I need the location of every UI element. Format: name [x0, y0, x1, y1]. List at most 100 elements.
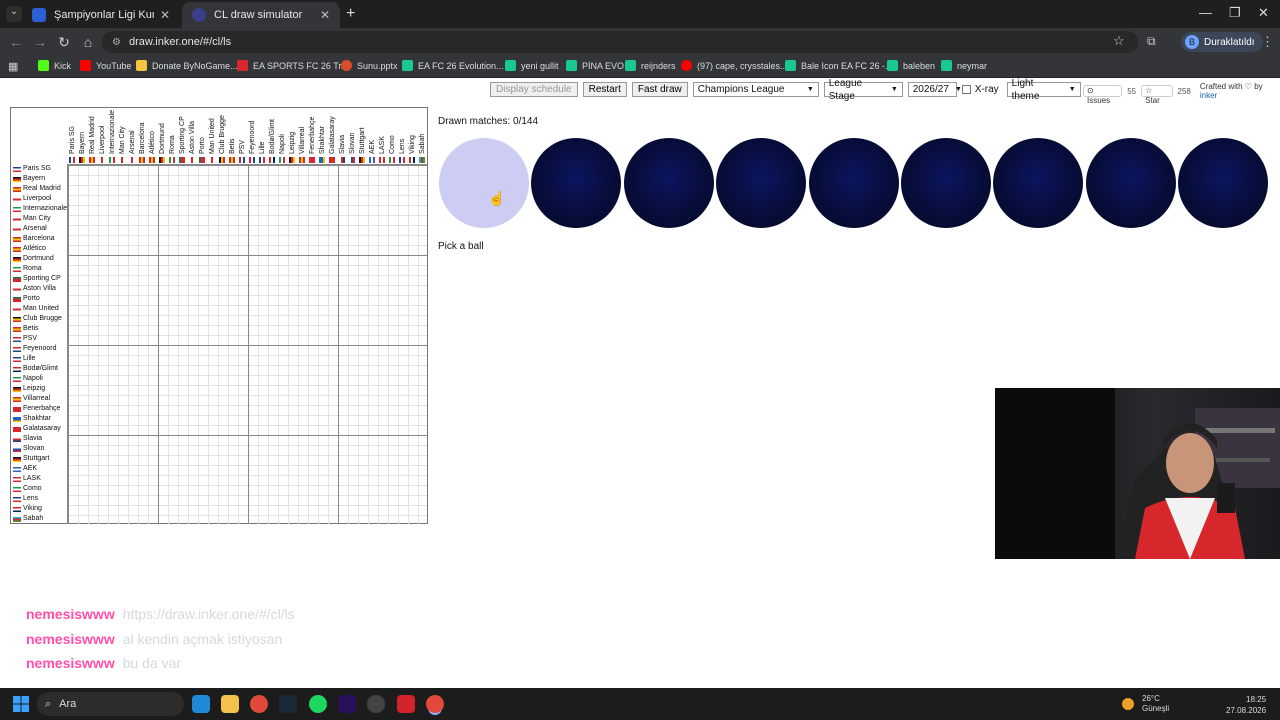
- browser-menu-icon[interactable]: ⋮: [1261, 34, 1274, 50]
- flag-icon: [13, 346, 21, 352]
- flag-icon: [13, 166, 21, 172]
- grid-row-team: Porto: [11, 294, 67, 304]
- profile-button[interactable]: B Duraklatıldı: [1181, 32, 1263, 52]
- chat-message: https://draw.inker.one/#/cl/ls: [122, 606, 295, 622]
- grid-column-team: Real Madrid: [87, 108, 97, 164]
- bookmark-item[interactable]: yeni gullit: [505, 60, 559, 71]
- taskbar-search[interactable]: ⌕ Ara: [37, 692, 184, 716]
- taskbar-clock[interactable]: 18:25 27.08.2026: [1226, 694, 1266, 716]
- apps-grid-icon[interactable]: ▦: [8, 60, 18, 73]
- bookmark-item[interactable]: PİNA EVO: [566, 60, 624, 71]
- team-name: PSV: [23, 335, 38, 342]
- browser-tab-active[interactable]: CL draw simulator ✕: [182, 2, 340, 28]
- profile-avatar: B: [1185, 35, 1199, 49]
- flag-icon: [13, 436, 21, 442]
- team-name: Viking: [409, 135, 416, 154]
- chrome-active-icon[interactable]: [426, 695, 444, 713]
- bookmark-item[interactable]: baleben: [887, 60, 935, 71]
- bookmark-item[interactable]: (97) cape, crysstales...: [681, 60, 788, 71]
- pot-ball[interactable]: [993, 138, 1084, 228]
- team-name: Feyenoord: [249, 120, 256, 154]
- pot-ball[interactable]: [531, 138, 622, 228]
- display-schedule-button[interactable]: Display schedule: [490, 82, 578, 97]
- extensions-icon[interactable]: ⧉: [1147, 34, 1156, 49]
- bookmark-item[interactable]: neymar: [941, 60, 987, 71]
- author-link[interactable]: inker: [1200, 91, 1217, 100]
- tab-list-icon[interactable]: ⌄: [6, 6, 22, 22]
- spotify-icon[interactable]: [309, 695, 327, 713]
- pot-ball[interactable]: [439, 138, 529, 228]
- season-select[interactable]: 2026/27 ▼: [907, 82, 962, 97]
- back-icon[interactable]: ←: [8, 34, 24, 50]
- home-icon[interactable]: ⌂: [80, 34, 96, 50]
- team-name: Bodø/Glimt: [23, 365, 59, 372]
- team-name: Real Madrid: [23, 185, 61, 192]
- grid-row-team: Shakhtar: [11, 414, 67, 424]
- edge-icon[interactable]: [192, 695, 210, 713]
- flag-icon: [109, 157, 115, 163]
- grid-row-team: Villarreal: [11, 394, 67, 404]
- issues-button[interactable]: ⊙ Issues: [1083, 85, 1123, 105]
- theme-select[interactable]: Light theme ▼: [1006, 78, 1081, 102]
- minimize-icon[interactable]: —: [1199, 5, 1212, 20]
- stage-select[interactable]: League Stage ▼: [823, 78, 903, 102]
- windows-start-icon[interactable]: [13, 696, 29, 712]
- team-name: AEK: [23, 465, 38, 472]
- address-bar[interactable]: ⚙ draw.inker.one/#/cl/ls: [102, 31, 1138, 53]
- bookmark-item[interactable]: EA SPORTS FC 26 Tr...: [237, 60, 348, 71]
- bookmark-star-icon[interactable]: ☆: [1113, 33, 1125, 49]
- competition-select[interactable]: Champions League ▼: [692, 82, 819, 97]
- app-icon[interactable]: [397, 695, 415, 713]
- pot-ball[interactable]: [716, 138, 807, 228]
- grid-column-team: Shakhtar: [317, 108, 327, 164]
- restart-button[interactable]: Restart: [582, 82, 627, 97]
- obs-icon[interactable]: [367, 695, 385, 713]
- close-tab-icon[interactable]: ✕: [320, 8, 330, 22]
- bookmark-item[interactable]: EA FC 26 Evolution...: [402, 60, 504, 71]
- chrome-icon[interactable]: [250, 695, 268, 713]
- bookmark-item[interactable]: YouTube: [80, 60, 131, 71]
- file-explorer-icon[interactable]: [221, 695, 239, 713]
- flag-icon: [119, 157, 125, 163]
- flag-icon: [13, 426, 21, 432]
- reload-icon[interactable]: ↻: [56, 34, 72, 51]
- grid-row-team: Sabah: [11, 514, 67, 524]
- grid-column-team: Bayern: [77, 108, 87, 164]
- close-tab-icon[interactable]: ✕: [160, 8, 170, 22]
- pot-ball[interactable]: [1085, 138, 1176, 228]
- weather-widget[interactable]: 26°C Güneşli: [1122, 694, 1169, 714]
- pot-ball[interactable]: [623, 138, 714, 228]
- fast-draw-button[interactable]: Fast draw: [631, 82, 688, 97]
- team-name: Man City: [119, 126, 126, 154]
- pot-ball[interactable]: [808, 138, 899, 228]
- bookmark-item[interactable]: Sunu.pptx: [341, 60, 398, 71]
- bookmark-item[interactable]: reijnders: [625, 60, 676, 71]
- grid-column-team: Slovan: [347, 108, 357, 164]
- grid-row-team: Feyenoord: [11, 344, 67, 354]
- flag-icon: [199, 157, 205, 163]
- bookmark-item[interactable]: Bale Icon EA FC 26 -...: [785, 60, 893, 71]
- team-name: Roma: [169, 135, 176, 154]
- forward-icon[interactable]: →: [32, 34, 48, 50]
- steam-icon[interactable]: [279, 695, 297, 713]
- restore-icon[interactable]: ❐: [1229, 5, 1241, 21]
- close-window-icon[interactable]: ✕: [1258, 5, 1269, 21]
- new-tab-icon[interactable]: +: [346, 5, 355, 23]
- xray-checkbox[interactable]: X-ray: [961, 84, 999, 95]
- site-info-icon[interactable]: ⚙: [112, 37, 121, 48]
- pot-ball[interactable]: [901, 138, 991, 228]
- browser-tab[interactable]: Şampiyonlar Ligi Kura Simülatö ✕: [22, 2, 180, 28]
- pot-ball[interactable]: [1178, 138, 1269, 228]
- team-name: Como: [389, 135, 396, 154]
- tab-title: Şampiyonlar Ligi Kura Simülatö: [54, 9, 154, 21]
- premiere-icon[interactable]: [338, 695, 356, 713]
- star-button[interactable]: ☆ Star: [1141, 85, 1173, 105]
- flag-icon: [13, 266, 21, 272]
- flag-icon: [13, 286, 21, 292]
- profile-label: Duraklatıldı: [1204, 36, 1255, 48]
- flag-icon: [419, 157, 425, 163]
- bookmark-item[interactable]: Donate ByNoGame...: [136, 60, 238, 71]
- team-name: LASK: [379, 136, 386, 154]
- bookmark-item[interactable]: Kick: [38, 60, 71, 71]
- grid-column-team: Napoli: [277, 108, 287, 164]
